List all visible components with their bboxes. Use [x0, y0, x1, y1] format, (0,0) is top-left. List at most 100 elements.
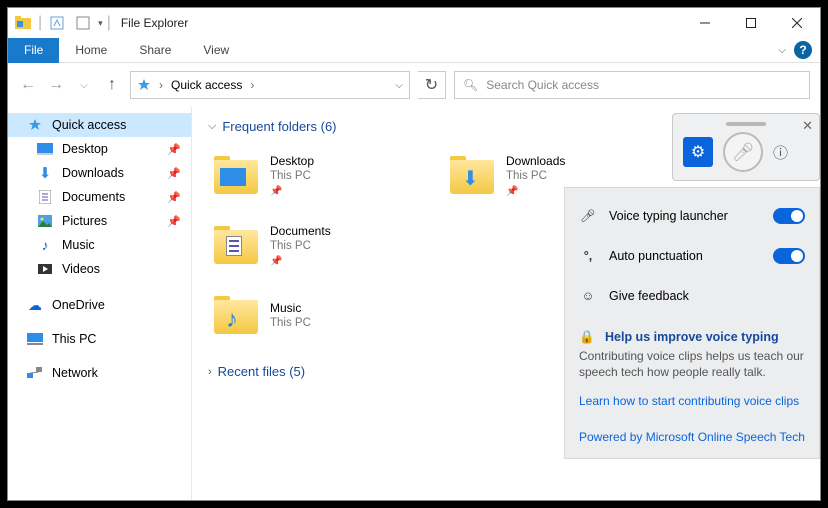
- desktop-icon: [36, 143, 54, 155]
- give-feedback-row[interactable]: ☺ Give feedback: [565, 276, 819, 316]
- titlebar: | ▾ | File Explorer: [8, 8, 820, 38]
- forward-button: →: [46, 76, 66, 94]
- improve-text: Contributing voice clips helps us teach …: [565, 346, 819, 388]
- tree-desktop[interactable]: Desktop 📌: [8, 137, 191, 161]
- tree-network[interactable]: Network: [8, 361, 191, 385]
- folder-name: Music: [270, 301, 311, 316]
- improve-heading: 🔒Help us improve voice typing: [565, 326, 819, 346]
- tree-downloads[interactable]: ⬇Downloads📌: [8, 161, 191, 185]
- search-input[interactable]: 🔍︎ Search Quick access: [454, 71, 810, 99]
- setting-label: Voice typing launcher: [609, 209, 728, 223]
- qat-dropdown-icon[interactable]: ▾: [98, 18, 103, 29]
- section-label: Frequent folders (6): [222, 119, 336, 134]
- pin-icon: 📌: [167, 215, 181, 228]
- search-placeholder: Search Quick access: [486, 78, 599, 92]
- tree-label: Downloads: [62, 166, 124, 180]
- content-pane: ⌵Frequent folders (6) DesktopThis PC📌 ⬇ …: [192, 107, 820, 500]
- quick-access-toolbar: | ▾ |: [8, 12, 111, 34]
- music-icon: ♪: [226, 306, 238, 334]
- tab-view[interactable]: View: [187, 38, 245, 63]
- tree-label: Videos: [62, 262, 100, 276]
- music-icon: ♪: [36, 237, 54, 253]
- folder-sub: This PC: [506, 169, 565, 184]
- tab-share[interactable]: Share: [123, 38, 187, 63]
- breadcrumb[interactable]: Quick access: [171, 78, 242, 92]
- address-dropdown-icon[interactable]: ⌵: [395, 80, 403, 91]
- tree-videos[interactable]: Videos: [8, 257, 191, 281]
- chevron-right-icon[interactable]: ›: [250, 78, 254, 92]
- auto-punctuation-toggle-row[interactable]: °, Auto punctuation: [565, 236, 819, 276]
- tree-label: Quick access: [52, 118, 126, 132]
- powered-by-link[interactable]: Powered by Microsoft Online Speech Tech: [565, 424, 819, 450]
- pin-icon: 📌: [167, 191, 181, 204]
- tab-file[interactable]: File: [8, 38, 59, 63]
- tree-label: Desktop: [62, 142, 108, 156]
- recent-dropdown-icon[interactable]: ⌵: [74, 80, 94, 91]
- chevron-down-icon[interactable]: ⌵: [208, 120, 216, 133]
- chevron-right-icon[interactable]: ›: [208, 366, 212, 378]
- qat-properties-icon[interactable]: [46, 12, 68, 34]
- tree-label: Documents: [62, 190, 125, 204]
- toggle-switch[interactable]: [773, 248, 805, 264]
- document-icon: [36, 190, 54, 204]
- toggle-switch[interactable]: [773, 208, 805, 224]
- pin-icon: 📌: [270, 254, 331, 269]
- folder-icon: [212, 156, 260, 196]
- star-icon: [26, 118, 44, 132]
- tree-music[interactable]: ♪ Music: [8, 233, 191, 257]
- qat-separator: |: [38, 14, 42, 32]
- setting-label: Auto punctuation: [609, 249, 703, 263]
- folder-sub: This PC: [270, 316, 311, 331]
- microphone-button[interactable]: 🎤︎: [723, 132, 763, 172]
- pictures-icon: [36, 215, 54, 227]
- punctuation-icon: °,: [579, 249, 597, 263]
- tab-home[interactable]: Home: [59, 38, 123, 63]
- download-icon: ⬇: [36, 164, 54, 182]
- folder-documents[interactable]: DocumentsThis PC📌: [208, 214, 428, 278]
- tree-documents[interactable]: Documents 📌: [8, 185, 191, 209]
- window-title: File Explorer: [111, 16, 188, 30]
- help-icon[interactable]: ⓘ: [773, 142, 788, 163]
- drag-handle[interactable]: [726, 122, 766, 126]
- tree-label: Network: [52, 366, 98, 380]
- folder-sub: This PC: [270, 169, 314, 184]
- tree-pictures[interactable]: Pictures📌: [8, 209, 191, 233]
- folder-music[interactable]: ♪ MusicThis PC: [208, 284, 428, 348]
- folder-desktop[interactable]: DesktopThis PC📌: [208, 144, 428, 208]
- download-icon: ⬇: [462, 166, 479, 191]
- folder-icon: ⬇: [448, 156, 496, 196]
- star-icon: [137, 78, 151, 92]
- tree-this-pc[interactable]: This PC: [8, 327, 191, 351]
- chevron-right-icon[interactable]: ›: [159, 78, 163, 92]
- back-button[interactable]: ←: [18, 76, 38, 94]
- learn-link[interactable]: Learn how to start contributing voice cl…: [565, 388, 819, 414]
- microphone-icon: 🎤︎: [579, 209, 597, 224]
- close-button[interactable]: [774, 8, 820, 38]
- tree-label: Music: [62, 238, 95, 252]
- videos-icon: [36, 264, 54, 274]
- ribbon-expand-icon[interactable]: ⌵: [778, 45, 786, 56]
- settings-button[interactable]: ⚙: [683, 137, 713, 167]
- tree-label: OneDrive: [52, 298, 105, 312]
- qat-new-folder-icon[interactable]: [72, 12, 94, 34]
- voice-launcher-toggle-row[interactable]: 🎤︎ Voice typing launcher: [565, 196, 819, 236]
- help-icon[interactable]: ?: [794, 41, 812, 59]
- folder-name: Desktop: [270, 154, 314, 169]
- nav-row: ← → ⌵ ↑ › Quick access › ⌵ ↻ 🔍︎ Search Q…: [8, 63, 820, 107]
- tree-onedrive[interactable]: ☁OneDrive: [8, 293, 191, 317]
- lock-icon: 🔒: [579, 330, 595, 345]
- pin-icon: 📌: [167, 143, 181, 156]
- close-icon[interactable]: ✕: [802, 118, 813, 134]
- section-label: Recent files (5): [218, 364, 305, 379]
- feedback-icon: ☺: [579, 289, 597, 303]
- maximize-button[interactable]: [728, 8, 774, 38]
- nav-tree: Quick access Desktop 📌 ⬇ Downloads 📌 Docume…: [8, 107, 192, 500]
- network-icon: [26, 367, 44, 379]
- tree-quick-access[interactable]: Quick access: [8, 113, 191, 137]
- folder-icon: ♪: [212, 296, 260, 336]
- up-button[interactable]: ↑: [102, 76, 122, 94]
- minimize-button[interactable]: [682, 8, 728, 38]
- refresh-button[interactable]: ↻: [418, 71, 446, 99]
- pc-icon: [26, 333, 44, 345]
- address-bar[interactable]: › Quick access › ⌵: [130, 71, 410, 99]
